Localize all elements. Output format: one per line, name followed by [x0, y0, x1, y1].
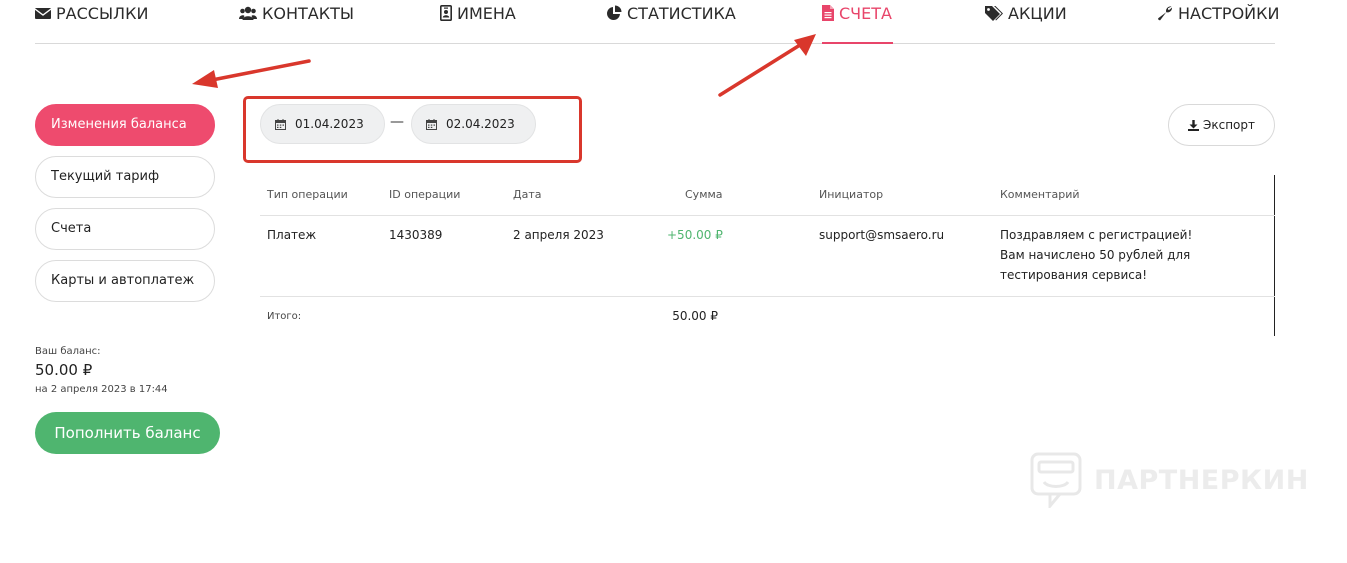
top-navigation: РАССЫЛКИ КОНТАКТЫ ИМЕНА СТАТИСТИКА СЧЕТА…	[35, 0, 1279, 44]
column-header-date: Дата	[513, 188, 542, 201]
sidebar-item-balance-changes[interactable]: Изменения баланса	[35, 104, 215, 146]
cell-comment: Поздравляем с регистрацией! Вам начислен…	[1000, 228, 1193, 282]
nav-item-label: ИМЕНА	[457, 4, 516, 23]
tags-icon	[985, 6, 1003, 21]
date-from-picker[interactable]: 01.04.2023	[260, 104, 385, 144]
nav-item-mailings[interactable]: РАССЫЛКИ	[35, 4, 148, 44]
cell-id: 1430389	[389, 228, 443, 242]
date-to-picker[interactable]: 02.04.2023	[411, 104, 536, 144]
nav-item-names[interactable]: ИМЕНА	[440, 4, 516, 44]
nav-item-settings[interactable]: НАСТРОЙКИ	[1157, 4, 1279, 44]
arrow-to-sidebar	[192, 59, 311, 88]
range-separator: —	[390, 114, 404, 130]
cell-initiator: support@smsaero.ru	[819, 228, 945, 242]
table-header-divider	[260, 215, 1275, 216]
balance-label: Ваш баланс:	[35, 346, 101, 357]
column-header-amount: Сумма	[685, 188, 723, 201]
watermark-text: ПАРТНЕРКИН	[1094, 464, 1309, 496]
envelope-icon	[35, 8, 51, 19]
cell-amount: +50.00 ₽	[667, 228, 723, 242]
calendar-icon	[275, 118, 286, 130]
nav-item-invoices[interactable]: СЧЕТА	[822, 4, 893, 44]
column-header-comment: Комментарий	[1000, 188, 1080, 201]
nav-item-contacts[interactable]: КОНТАКТЫ	[239, 4, 354, 44]
balance-date: на 2 апреля 2023 в 17:44	[35, 384, 168, 395]
column-header-initiator: Инициатор	[819, 188, 884, 201]
sidebar: Изменения баланса Текущий тариф Счета Ка…	[35, 104, 215, 312]
column-header-type: Тип операции	[267, 188, 348, 201]
id-badge-icon	[440, 5, 452, 21]
export-button[interactable]: Экспорт	[1168, 104, 1275, 146]
nav-item-label: АКЦИИ	[1008, 4, 1067, 23]
nav-item-label: КОНТАКТЫ	[262, 4, 354, 23]
watermark: ПАРТНЕРКИН	[1030, 452, 1309, 508]
calendar-icon	[426, 118, 437, 130]
topup-balance-button[interactable]: Пополнить баланс	[35, 412, 220, 454]
nav-item-statistics[interactable]: СТАТИСТИКА	[606, 4, 736, 44]
total-value: 50.00 ₽	[672, 309, 718, 323]
balance-panel: Ваш баланс: 50.00 ₽ на 2 апреля 2023 в 1…	[35, 346, 168, 395]
nav-item-label: СЧЕТА	[839, 4, 892, 23]
file-icon	[822, 5, 834, 21]
nav-item-label: СТАТИСТИКА	[627, 4, 736, 23]
nav-item-label: НАСТРОЙКИ	[1178, 4, 1280, 23]
nav-item-promotions[interactable]: АКЦИИ	[985, 4, 1067, 44]
table-row-divider	[260, 296, 1275, 297]
nav-item-label: РАССЫЛКИ	[56, 4, 149, 23]
sidebar-item-current-tariff[interactable]: Текущий тариф	[35, 156, 215, 198]
pie-chart-icon	[607, 5, 622, 20]
wrench-icon	[1158, 6, 1173, 21]
sidebar-item-cards-autopay[interactable]: Карты и автоплатеж	[35, 260, 215, 302]
users-icon	[239, 6, 257, 20]
cell-date: 2 апреля 2023	[513, 228, 604, 242]
watermark-logo-icon	[1030, 452, 1082, 508]
total-label: Итого:	[267, 311, 302, 322]
date-to-value: 02.04.2023	[446, 117, 515, 131]
export-label: Экспорт	[1202, 118, 1256, 132]
date-from-value: 01.04.2023	[295, 117, 364, 131]
cell-type: Платеж	[267, 228, 317, 242]
sidebar-item-invoices[interactable]: Счета	[35, 208, 215, 250]
column-header-id: ID операции	[389, 188, 461, 201]
download-icon	[1187, 119, 1199, 131]
balance-value: 50.00 ₽	[35, 361, 93, 379]
balance-changes-table: Тип операции ID операции Дата Сумма Иниц…	[260, 175, 1275, 336]
